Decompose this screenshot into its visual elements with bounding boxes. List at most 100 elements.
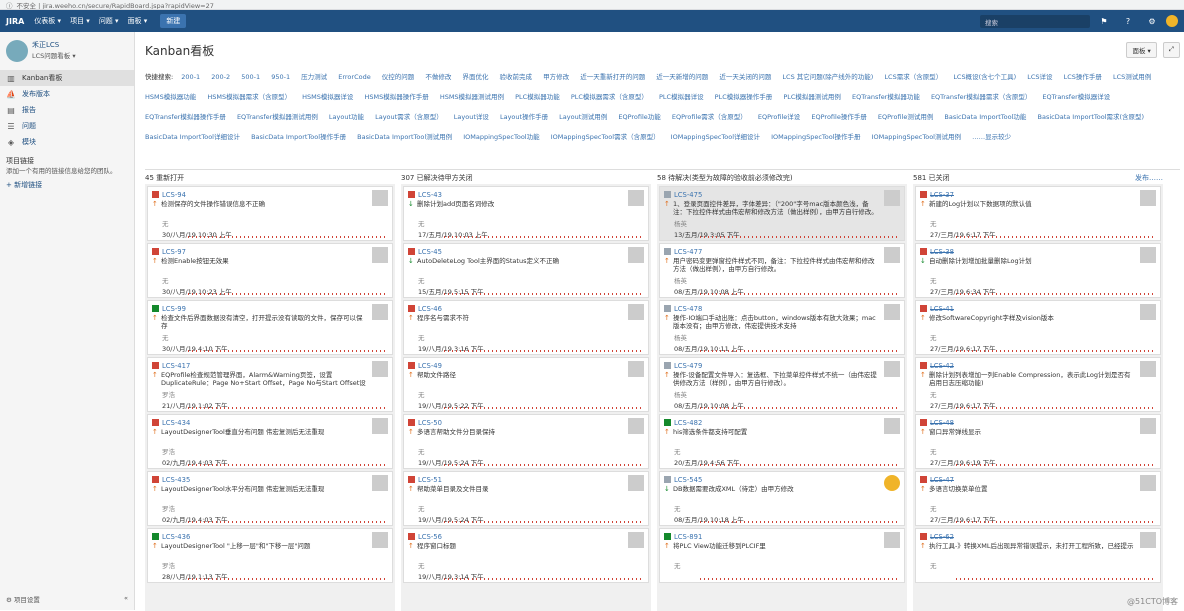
quick-filter[interactable]: EQProfile测试用例 <box>878 113 933 121</box>
issue-key[interactable]: LCS-477 <box>674 248 702 256</box>
issue-key[interactable]: LCS-99 <box>162 305 186 313</box>
quick-filter[interactable]: Layout详设 <box>454 113 489 121</box>
issue-key[interactable]: LCS-43 <box>418 191 442 199</box>
quick-filter[interactable]: 近一天新增的问题 <box>656 73 708 81</box>
issue-card[interactable]: LCS-51 ↑ 帮助菜单目录及文件目录无 19/八月/19 5:24 下午 <box>403 471 649 526</box>
issue-key[interactable]: LCS-475 <box>674 191 702 199</box>
quick-filter[interactable]: 不做修改 <box>425 73 451 81</box>
issue-key[interactable]: LCS-545 <box>674 476 702 484</box>
quick-filter[interactable]: Layout测试用例 <box>559 113 607 121</box>
browser-url-bar[interactable]: ⓘ 不安全 | jira.weeho.cn/secure/RapidBoard.j… <box>0 0 1184 10</box>
issue-card[interactable]: LCS-38 ↓ 自动删除计划增加批量删除Log计划无 27/三月/19 6:34 下… <box>915 243 1161 298</box>
issue-key[interactable]: LCS-48 <box>930 419 954 427</box>
issue-card[interactable]: LCS-50 ↑ 多语言帮助文件分目录保持无 19/八月/19 5:24 下午 <box>403 414 649 469</box>
quick-filter[interactable]: IOMappingSpecTool详细设计 <box>671 133 760 141</box>
quick-filter[interactable]: IOMappingSpecTool操作手册 <box>771 133 860 141</box>
quick-filter[interactable]: 仪控的问题 <box>382 73 415 81</box>
search-input[interactable]: 搜索 <box>980 14 1090 28</box>
issue-key[interactable]: LCS-435 <box>162 476 190 484</box>
quick-filter[interactable]: ……显示较少 <box>972 133 1011 141</box>
quick-filter[interactable]: EQProfile操作手册 <box>811 113 866 121</box>
quick-filter[interactable]: EQTransfer模拟器功能 <box>852 93 920 101</box>
quick-filter[interactable]: HSMS模拟器需求（含原型） <box>207 93 291 101</box>
user-avatar[interactable] <box>1166 15 1178 27</box>
issue-key[interactable]: LCS-482 <box>674 419 702 427</box>
issue-card[interactable]: LCS-37 ↑ 新建的Log计划以下数据项的默认值无 27/三月/19 6:17 下… <box>915 186 1161 241</box>
issue-key[interactable]: LCS-434 <box>162 419 190 427</box>
quick-filter[interactable]: LCS需求（含原型） <box>884 73 942 81</box>
quick-filter[interactable]: LCS 其它问题(除产线外的功能) <box>782 73 873 81</box>
issue-card[interactable]: LCS-49 ↑ 帮助文件路径无 19/八月/19 5:22 下午 <box>403 357 649 412</box>
quick-filter[interactable]: LCS概设(含七个工具) <box>953 73 1016 81</box>
issue-card[interactable]: LCS-475 ↑ 1、登录页面控件差异，字体差异：（"200"字号mac版本颜色浅… <box>659 186 905 241</box>
quick-filter[interactable]: IOMappingSpecTool需求（含原型） <box>551 133 660 141</box>
quick-filter[interactable]: LCS操作手册 <box>1064 73 1102 81</box>
quick-filter[interactable]: PLC模拟器需求（含原型） <box>571 93 648 101</box>
project-name[interactable]: 禾正LCS <box>32 40 76 50</box>
nav-boards[interactable]: 面板 ▾ <box>128 16 148 26</box>
quick-filter[interactable]: PLC模拟器操作手册 <box>715 93 773 101</box>
issue-key[interactable]: LCS-45 <box>418 248 442 256</box>
issue-card[interactable]: LCS-545 ↓ DB数据需要改成XML（待定）由甲方修改无 08/五月/19 10… <box>659 471 905 526</box>
issue-key[interactable]: LCS-479 <box>674 362 702 370</box>
issue-card[interactable]: LCS-435 ↑ LayoutDesignerTool水平分布问题 伟宏复测后无法… <box>147 471 393 526</box>
issue-key[interactable]: LCS-38 <box>930 248 954 256</box>
quick-filter[interactable]: 压力测试 <box>301 73 327 81</box>
create-button[interactable]: 新建 <box>160 14 187 28</box>
issue-card[interactable]: LCS-56 ↑ 程序窗口标题无 19/八月/19 3:14 下午 <box>403 528 649 583</box>
issue-card[interactable]: LCS-94 ↑ 检测保存的文件操作错误信息不正确无 30/八月/19 10:30 上… <box>147 186 393 241</box>
quick-filter[interactable]: 甲方修改 <box>543 73 569 81</box>
issue-card[interactable]: LCS-417 ↑ EQProfile检查规范管理界面，Alarm&Warning页… <box>147 357 393 412</box>
issue-key[interactable]: LCS-417 <box>162 362 190 370</box>
quick-filter[interactable]: PLC模拟器详设 <box>659 93 704 101</box>
collapse-sidebar-button[interactable]: « <box>124 594 128 604</box>
issue-key[interactable]: LCS-50 <box>418 419 442 427</box>
issue-card[interactable]: LCS-891 ↑ 将PLC View功能迁移到PLCIF里无 <box>659 528 905 583</box>
quick-filter[interactable]: BasicData ImportTool测试用例 <box>357 133 452 141</box>
add-link-button[interactable]: + 新增链接 <box>6 180 128 190</box>
issue-card[interactable]: LCS-99 ↑ 检查文件后界面数据没有清空，打开提示没有读取的文件，保存可以保存无… <box>147 300 393 355</box>
column-release-link[interactable]: 发布…… <box>1135 173 1163 184</box>
issue-card[interactable]: LCS-48 ↑ 窗口异常弹线显示无 27/三月/19 6:19 下午 <box>915 414 1161 469</box>
issue-key[interactable]: LCS-47 <box>930 476 954 484</box>
quick-filter[interactable]: EQTransfer模拟器需求（含原型） <box>931 93 1031 101</box>
issue-key[interactable]: LCS-891 <box>674 533 702 541</box>
sidebar-item-issues[interactable]: ☰ 问题 <box>0 118 134 134</box>
quick-filter[interactable]: 200-1 <box>181 73 200 81</box>
quick-filter[interactable]: EQTransfer模拟器操作手册 <box>145 113 226 121</box>
issue-key[interactable]: LCS-37 <box>930 191 954 199</box>
quick-filter[interactable]: IOMappingSpecTool功能 <box>463 133 539 141</box>
quick-filter[interactable]: LCS详设 <box>1027 73 1052 81</box>
issue-card[interactable]: LCS-46 ↑ 程序名与需求不符无 19/八月/19 3:16 下午 <box>403 300 649 355</box>
sidebar-item-releases[interactable]: ⛵ 发布版本 <box>0 86 134 102</box>
sidebar-item-reports[interactable]: ▤ 报告 <box>0 102 134 118</box>
issue-key[interactable]: LCS-478 <box>674 305 702 313</box>
gear-icon[interactable]: ⚙ <box>1142 17 1162 26</box>
quick-filter[interactable]: EQProfile功能 <box>618 113 660 121</box>
issue-card[interactable]: LCS-478 ↑ 操作-IO端口手动出账：点击button，windows版本有放… <box>659 300 905 355</box>
quick-filter[interactable]: ErrorCode <box>338 73 370 81</box>
issue-key[interactable]: LCS-46 <box>418 305 442 313</box>
quick-filter[interactable]: EQTransfer模拟器测试用例 <box>237 113 318 121</box>
issue-card[interactable]: LCS-477 ↑ 用户密码变更弹窗控件样式不同，备注：下拉控件样式由伟宏帮和修改方… <box>659 243 905 298</box>
quick-filter[interactable]: PLC模拟器功能 <box>515 93 560 101</box>
issue-card[interactable]: LCS-436 ↑ LayoutDesignerTool "上移一层"和"下移一层"… <box>147 528 393 583</box>
issue-card[interactable]: LCS-62 ↑ 执行工具-》转换XML后出现异常错误提示，未打开工程所致，已经提示… <box>915 528 1161 583</box>
project-header[interactable]: 禾正LCS LCS问题看板 ▾ <box>0 32 134 70</box>
quick-filter[interactable]: HSMS模拟器操作手册 <box>364 93 428 101</box>
quick-filter[interactable]: BasicData ImportTool详细设计 <box>145 133 240 141</box>
quick-filter[interactable]: 验收前完成 <box>500 73 533 81</box>
quick-filter[interactable]: LCS测试用例 <box>1113 73 1151 81</box>
project-settings-link[interactable]: ⚙ 项目设置 <box>6 594 40 604</box>
quick-filter[interactable]: EQTransfer模拟器详设 <box>1042 93 1110 101</box>
issue-key[interactable]: LCS-49 <box>418 362 442 370</box>
quick-filter[interactable]: Layout需求（含原型） <box>375 113 443 121</box>
issue-key[interactable]: LCS-62 <box>930 533 954 541</box>
quick-filter[interactable]: EQProfile详设 <box>758 113 800 121</box>
quick-filter[interactable]: 近一天重新打开的问题 <box>580 73 645 81</box>
issue-key[interactable]: LCS-94 <box>162 191 186 199</box>
nav-dashboards[interactable]: 仪表板 ▾ <box>34 16 61 26</box>
issue-key[interactable]: LCS-42 <box>930 362 954 370</box>
quick-filter[interactable]: Layout操作手册 <box>500 113 548 121</box>
issue-card[interactable]: LCS-434 ↑ LayoutDesignerTool垂直分布问题 伟宏复测后无法… <box>147 414 393 469</box>
